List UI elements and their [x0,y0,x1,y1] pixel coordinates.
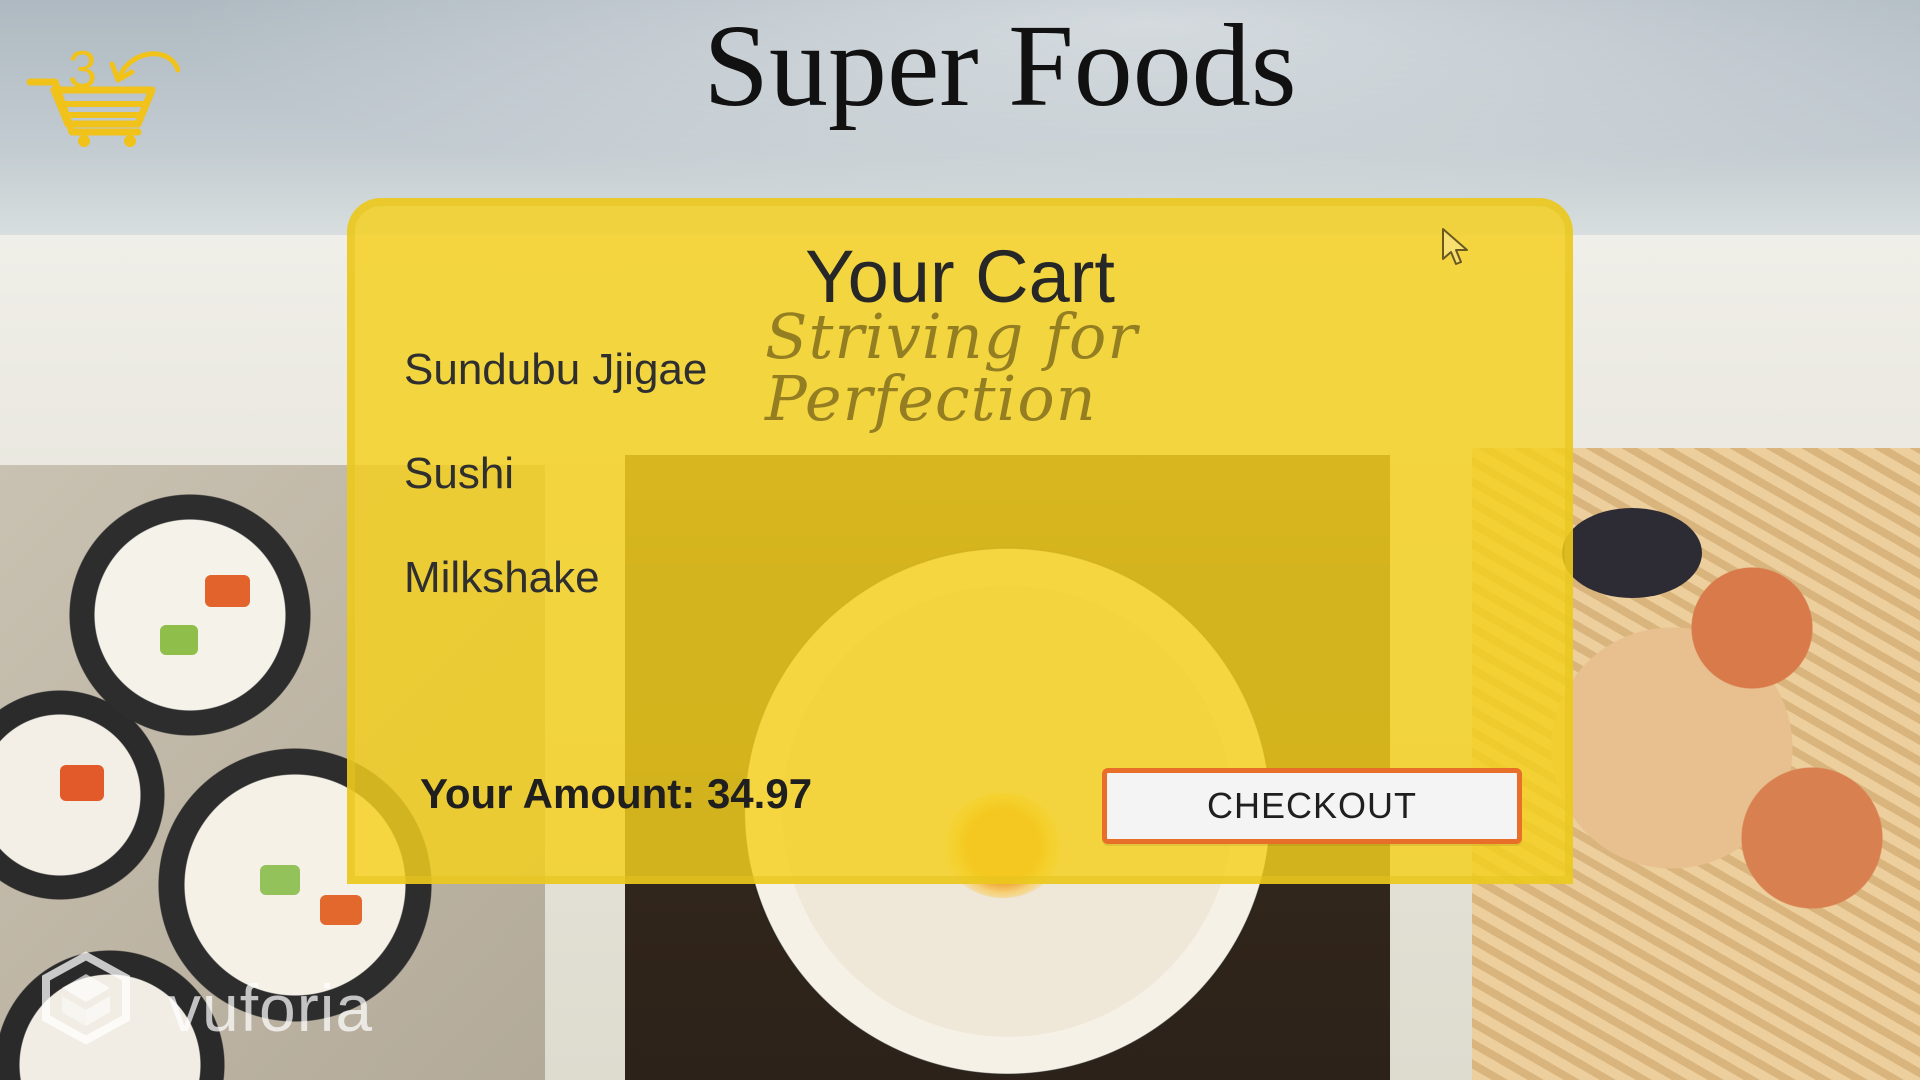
cucumber-piece [260,865,300,895]
cucumber-piece [160,625,198,655]
checkout-button[interactable]: CHECKOUT [1102,768,1522,844]
mussel-shell [1562,508,1702,598]
cart-item: Milkshake [404,553,600,602]
shopping-cart-icon [26,51,181,147]
carrot-piece [205,575,250,607]
menu-tagline: Striving for Perfection [765,300,1138,435]
vuforia-logo-icon [42,951,130,1045]
cart-item: Sushi [404,449,515,498]
cart-title: Your Cart [805,235,1115,318]
cart-button[interactable]: 3 [20,20,181,150]
cart-count-badge: 3 [68,41,97,99]
cart-total-amount: Your Amount: 34.97 [420,770,813,817]
vuforia-watermark: vuforia [168,971,374,1045]
app-title: Super Foods [703,0,1297,131]
carrot-piece [60,765,104,801]
ar-camera-view: Super Foods 3 Striving for Perfection Yo… [0,0,1920,1080]
carrot-piece [320,895,362,925]
mouse-cursor-icon [1442,228,1468,265]
cart-item: Sundubu Jjigae [404,345,708,394]
